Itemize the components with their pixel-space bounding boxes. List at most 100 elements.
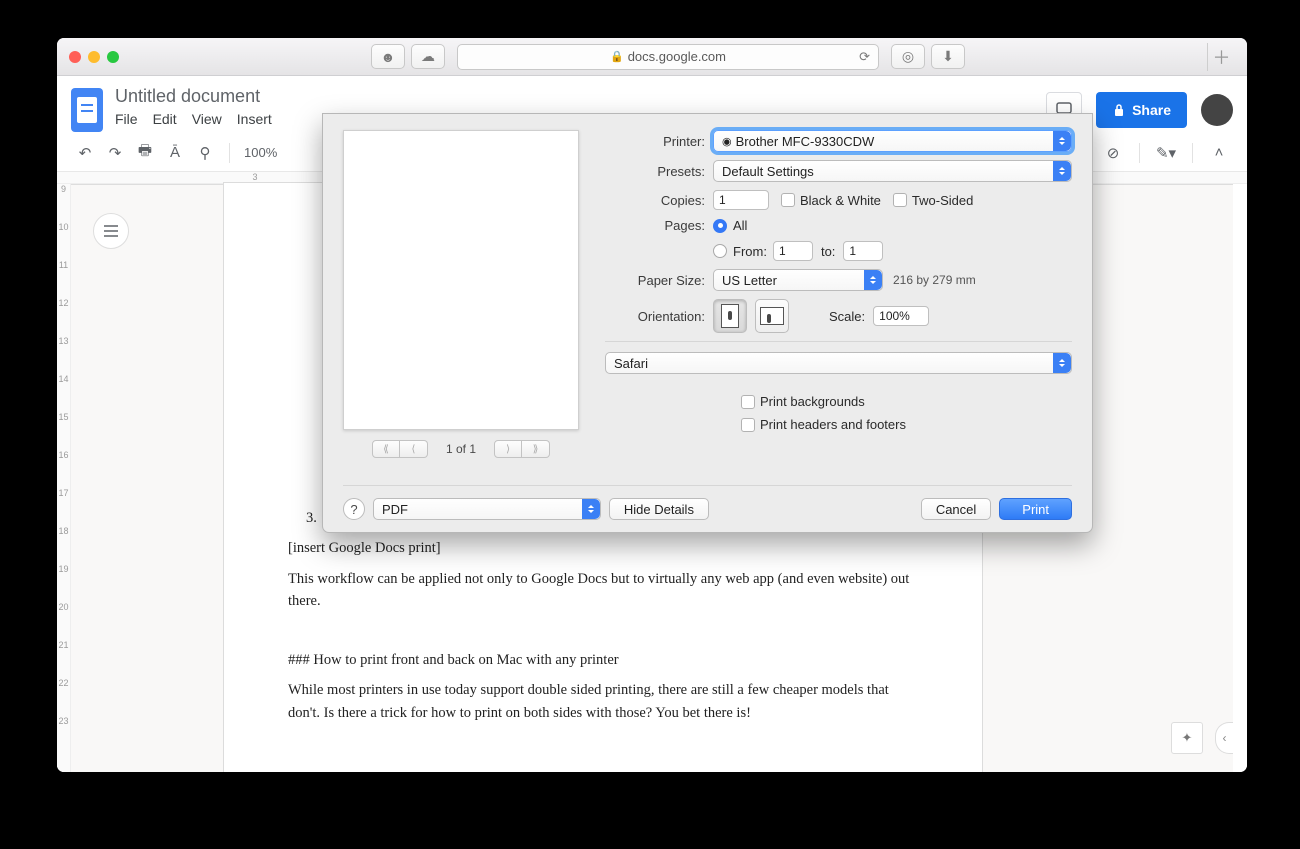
pages-all-label: All <box>733 218 747 233</box>
presets-value: Default Settings <box>722 164 814 179</box>
hide-details-button[interactable]: Hide Details <box>609 498 709 520</box>
app-options-value: Safari <box>614 356 648 371</box>
print-headers-footers-checkbox[interactable] <box>741 418 755 432</box>
address-bar[interactable]: 🔒 docs.google.com ⟳ <box>457 44 879 70</box>
clear-formatting-button[interactable]: ⊘ <box>1103 143 1123 163</box>
new-tab-button[interactable]: ＋ <box>1207 43 1235 71</box>
minimize-window-button[interactable] <box>88 51 100 63</box>
menu-insert[interactable]: Insert <box>237 111 272 127</box>
zoom-window-button[interactable] <box>107 51 119 63</box>
select-arrows-icon <box>1053 131 1071 151</box>
cancel-button[interactable]: Cancel <box>921 498 991 520</box>
pages-to-input[interactable] <box>843 241 883 261</box>
print-button[interactable]: 🖶 <box>135 143 155 163</box>
app-options-select[interactable]: Safari <box>605 352 1072 374</box>
undo-button[interactable]: ↶ <box>75 143 95 163</box>
share-label: Share <box>1132 102 1171 118</box>
presets-select[interactable]: Default Settings <box>713 160 1072 182</box>
ruler-mark: 17 <box>57 488 70 526</box>
preview-next-button[interactable]: ⟩ <box>494 440 522 458</box>
pages-from-input[interactable] <box>773 241 813 261</box>
black-white-label: Black & White <box>800 193 881 208</box>
docs-logo-icon[interactable] <box>71 88 103 132</box>
side-panel-toggle[interactable]: ‹ <box>1215 722 1233 754</box>
ruler-mark: 9 <box>57 184 70 222</box>
paint-format-button[interactable]: ⚲ <box>195 143 215 163</box>
ruler-mark: 14 <box>57 374 70 412</box>
orientation-label: Orientation: <box>605 309 705 324</box>
print-backgrounds-label: Print backgrounds <box>760 394 865 409</box>
from-label: From: <box>733 244 767 259</box>
paper-dimensions: 216 by 279 mm <box>893 273 976 287</box>
menu-file[interactable]: File <box>115 111 138 127</box>
pdf-dropdown[interactable]: PDF <box>373 498 601 520</box>
printer-label: Printer: <box>605 134 705 149</box>
two-sided-checkbox[interactable] <box>893 193 907 207</box>
print-headers-footers-label: Print headers and footers <box>760 417 906 432</box>
address-bar-text: docs.google.com <box>628 49 726 64</box>
ruler-mark: 23 <box>57 716 70 754</box>
ruler-mark: 19 <box>57 564 70 602</box>
menu-edit[interactable]: Edit <box>153 111 177 127</box>
select-arrows-icon <box>582 499 600 519</box>
pdf-label: PDF <box>382 502 408 517</box>
landscape-icon <box>760 307 784 325</box>
to-label: to: <box>821 244 835 259</box>
close-window-button[interactable] <box>69 51 81 63</box>
editing-mode-button[interactable]: ✎▾ <box>1156 143 1176 163</box>
print-button[interactable]: Print <box>999 498 1072 520</box>
doc-heading: ### How to print front and back on Mac w… <box>288 649 918 671</box>
redo-button[interactable]: ↷ <box>105 143 125 163</box>
lock-icon <box>1112 103 1126 117</box>
docs-menu-bar: File Edit View Insert <box>115 111 272 127</box>
preview-first-button[interactable]: ⟪ <box>372 440 400 458</box>
print-preview <box>343 130 579 430</box>
preview-prev-button[interactable]: ⟨ <box>400 440 428 458</box>
copies-input[interactable] <box>713 190 769 210</box>
document-title[interactable]: Untitled document <box>115 86 272 107</box>
ruler-mark: 13 <box>57 336 70 374</box>
printer-value: Brother MFC-9330CDW <box>736 134 875 149</box>
printer-select[interactable]: ◉ Brother MFC-9330CDW <box>713 130 1072 152</box>
black-white-checkbox[interactable] <box>781 193 795 207</box>
account-avatar[interactable] <box>1201 94 1233 126</box>
outline-toggle-button[interactable] <box>93 213 129 249</box>
orientation-portrait-button[interactable] <box>713 299 747 333</box>
explore-button[interactable]: ✦ <box>1171 722 1203 754</box>
select-arrows-icon <box>1053 353 1071 373</box>
zoom-level[interactable]: 100% <box>244 145 277 160</box>
safari-window: ☻ ☁ 🔒 docs.google.com ⟳ ◎ ⬇ ＋ Untitled d… <box>57 38 1247 772</box>
print-dialog-footer: ? PDF Hide Details Cancel Print <box>343 485 1072 520</box>
pages-all-radio[interactable] <box>713 219 727 233</box>
printer-status-icon: ◉ <box>722 135 732 148</box>
paper-size-select[interactable]: US Letter <box>713 269 883 291</box>
spellcheck-button[interactable]: Ā <box>165 143 185 163</box>
help-button[interactable]: ? <box>343 498 365 520</box>
ruler-mark: 21 <box>57 640 70 678</box>
privacy-report-button[interactable]: ☻ <box>371 44 405 69</box>
print-backgrounds-checkbox[interactable] <box>741 395 755 409</box>
ruler-mark: 11 <box>57 260 70 298</box>
reader-button[interactable]: ◎ <box>891 44 925 69</box>
paper-size-label: Paper Size: <box>605 273 705 288</box>
ruler-mark: 16 <box>57 450 70 488</box>
portrait-icon <box>721 304 739 328</box>
share-button[interactable]: Share <box>1096 92 1187 128</box>
menu-view[interactable]: View <box>192 111 222 127</box>
scale-input[interactable] <box>873 306 929 326</box>
preview-last-button[interactable]: ⟫ <box>522 440 550 458</box>
pages-from-radio[interactable] <box>713 244 727 258</box>
ruler-mark: 22 <box>57 678 70 716</box>
downloads-button[interactable]: ⬇ <box>931 44 965 69</box>
ruler-mark: 3 <box>253 172 258 182</box>
window-controls <box>69 51 119 63</box>
print-options-form: Printer: ◉ Brother MFC-9330CDW Presets: … <box>605 130 1072 458</box>
icloud-tabs-button[interactable]: ☁ <box>411 44 445 69</box>
safari-titlebar: ☻ ☁ 🔒 docs.google.com ⟳ ◎ ⬇ ＋ <box>57 38 1247 76</box>
doc-paragraph: [insert Google Docs print] <box>288 537 918 559</box>
orientation-landscape-button[interactable] <box>755 299 789 333</box>
doc-paragraph: While most printers in use today support… <box>288 679 918 724</box>
reload-icon[interactable]: ⟳ <box>859 49 870 65</box>
select-arrows-icon <box>1053 161 1071 181</box>
collapse-toolbar-button[interactable]: ˄ <box>1209 143 1229 163</box>
